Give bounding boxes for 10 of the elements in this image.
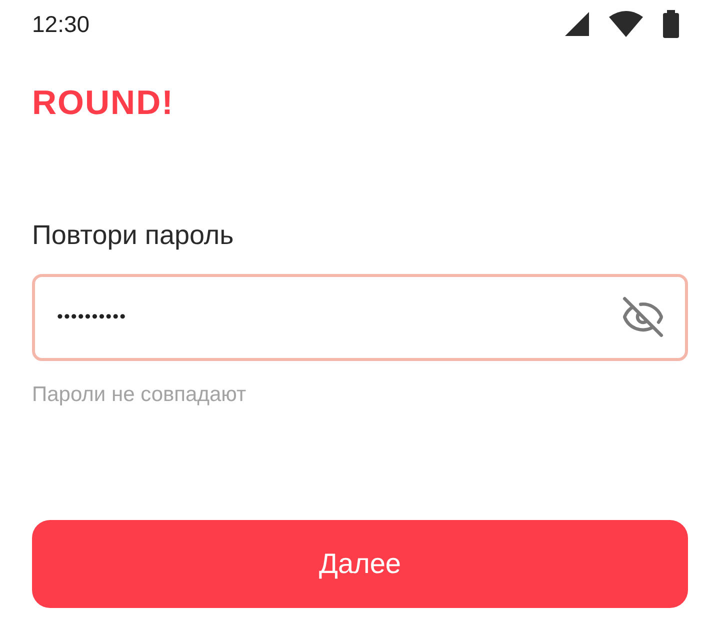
password-field[interactable]: •••••••••• [32, 274, 688, 360]
logo: ROUND! [32, 86, 174, 120]
eye-off-icon[interactable] [621, 295, 665, 339]
signal-icon [564, 11, 590, 37]
status-time: 12:30 [32, 10, 90, 39]
field-label: Повтори пароль [32, 219, 235, 252]
battery-icon [662, 10, 680, 38]
wifi-icon [608, 11, 644, 37]
next-button[interactable]: Далее [32, 520, 688, 608]
error-hint: Пароли не совпадают [32, 382, 248, 408]
